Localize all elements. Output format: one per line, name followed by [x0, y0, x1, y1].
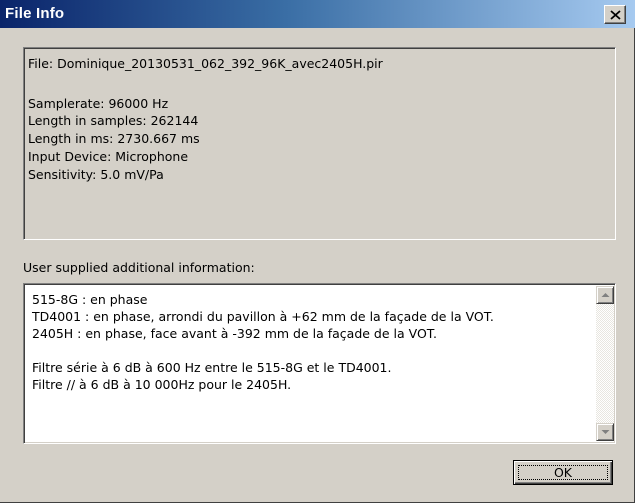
focus-rectangle	[518, 465, 608, 480]
vertical-scrollbar[interactable]	[596, 286, 614, 441]
scroll-up-button[interactable]	[596, 286, 614, 304]
notes-line: 515-8G : en phase	[32, 292, 148, 307]
length-samples-text: Length in samples: 262144	[28, 113, 199, 128]
notes-line: TD4001 : en phase, arrondi du pavillon à…	[32, 309, 494, 324]
arrow-down-icon	[601, 430, 610, 434]
length-ms-text: Length in ms: 2730.667 ms	[28, 131, 200, 146]
input-device-text: Input Device: Microphone	[28, 149, 189, 164]
additional-info-textarea[interactable]: 515-8G : en phase TD4001 : en phase, arr…	[23, 283, 616, 444]
window-title: File Info	[5, 5, 65, 22]
additional-info-label: User supplied additional information:	[23, 260, 255, 275]
file-info-dialog: File Info File: Dominique_20130531_062_3…	[0, 0, 635, 503]
notes-line: 2405H : en phase, face avant à -392 mm d…	[32, 326, 437, 341]
file-name-text: File: Dominique_20130531_062_392_96K_ave…	[28, 56, 383, 71]
close-icon	[610, 10, 621, 20]
title-bar[interactable]: File Info	[0, 0, 635, 28]
sensitivity-text: Sensitivity: 5.0 mV/Pa	[28, 167, 164, 182]
notes-line: Filtre série à 6 dB à 600 Hz entre le 51…	[32, 360, 392, 375]
ok-button[interactable]: OK	[513, 460, 613, 485]
file-info-panel: File: Dominique_20130531_062_392_96K_ave…	[23, 47, 616, 240]
notes-line: Filtre // à 6 dB à 10 000Hz pour le 2405…	[32, 377, 292, 392]
scroll-down-button[interactable]	[596, 423, 614, 441]
close-button[interactable]	[604, 5, 626, 24]
arrow-up-icon	[601, 293, 610, 297]
